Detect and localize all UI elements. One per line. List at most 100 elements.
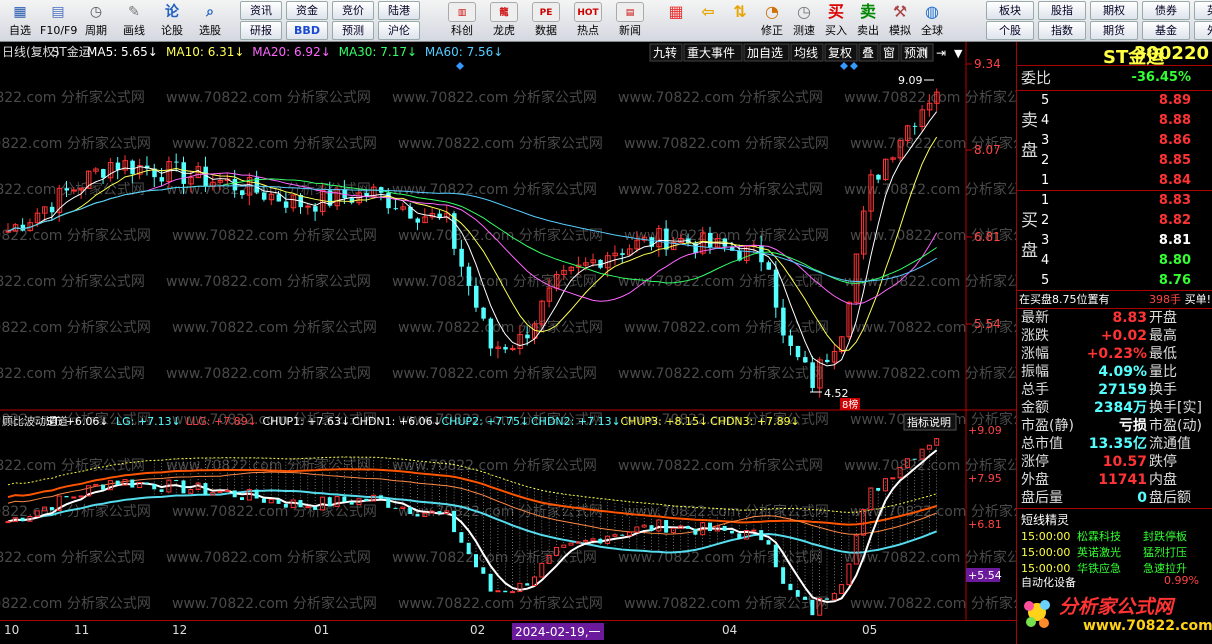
bid-row[interactable]: 2 8.82 bbox=[1017, 211, 1212, 231]
market-tab[interactable]: 期权 bbox=[1090, 1, 1138, 20]
quick-tab[interactable]: 陆港 bbox=[378, 1, 420, 20]
quick-tab[interactable]: 资讯 bbox=[240, 1, 282, 20]
toolbar-grid-button[interactable]: ▦ 自选 bbox=[2, 0, 38, 42]
indicator-candle-down bbox=[474, 554, 478, 568]
toolbar-globe-button[interactable]: ◍ 全球 bbox=[916, 0, 948, 42]
indicator-candle-up bbox=[751, 529, 757, 532]
pin-icon[interactable]: ⇥ bbox=[936, 46, 946, 60]
f10-icon: ▤ bbox=[51, 4, 65, 20]
news-item[interactable]: 15:00:00 松霖科技 封跌停板 bbox=[1017, 529, 1212, 545]
ask-row[interactable]: 1 8.84 bbox=[1017, 171, 1212, 191]
market-tab[interactable]: 外汇 bbox=[1194, 21, 1212, 40]
time-axis-label: 10 bbox=[4, 623, 20, 637]
legend-title: 日线(复权) bbox=[2, 45, 59, 59]
quick-tab[interactable]: 资金 bbox=[286, 1, 328, 20]
quick-tab[interactable]: 竞价 bbox=[332, 1, 374, 20]
market-tab[interactable]: 基金 bbox=[1142, 21, 1190, 40]
indicator-candle-down bbox=[737, 533, 742, 540]
bid-row[interactable]: 3 8.81 bbox=[1017, 231, 1212, 251]
candle-down bbox=[620, 253, 625, 255]
toolbar-color-grid-button[interactable]: ▦ bbox=[660, 0, 692, 42]
toolbar-back-arrow-button[interactable]: ⇦ bbox=[692, 0, 724, 42]
indicator-candle-down bbox=[459, 532, 464, 543]
market-tab[interactable]: 债券 bbox=[1142, 1, 1190, 20]
menu-down-icon[interactable]: ▼ bbox=[954, 47, 963, 60]
market-tab[interactable]: 股指 bbox=[1038, 1, 1086, 20]
indicator-help-label: 指标说明 bbox=[907, 415, 951, 429]
toolbar-hot-button[interactable]: HOT 热点 bbox=[568, 0, 608, 42]
bid-row[interactable]: 1 8.83 bbox=[1017, 191, 1212, 211]
toolbar-pencil-button[interactable]: ✎ 画线 bbox=[116, 0, 152, 42]
toolbar-speed-button[interactable]: ◷ 测速 bbox=[788, 0, 820, 42]
kline-chart-panel[interactable]: www.70822.com 分析家公式网 www.70822.com 分析家公式网… bbox=[0, 42, 1016, 620]
candle-down bbox=[788, 335, 793, 346]
ask-price: 8.89 bbox=[1158, 93, 1191, 108]
toolbar-dragon-button[interactable]: 龍龙虎 bbox=[484, 0, 524, 42]
quick-tab[interactable]: BBD bbox=[286, 21, 328, 40]
candle-down bbox=[795, 345, 801, 358]
indicator-candle-down bbox=[708, 522, 712, 532]
stat-row: 金额 2384万 换手[实] bbox=[1017, 399, 1212, 417]
toolbar-chart-button[interactable]: ▥ 科创 bbox=[442, 0, 482, 42]
toolbar-f10-button[interactable]: ▤ F10/F9 bbox=[40, 0, 77, 42]
ask-row[interactable]: 4 8.88 bbox=[1017, 111, 1212, 131]
quick-tab[interactable]: 沪伦 bbox=[378, 21, 420, 40]
stat-label-right: 开盘 bbox=[1149, 310, 1177, 326]
market-tab[interactable]: 期货 bbox=[1090, 21, 1138, 40]
market-tab[interactable]: 个股 bbox=[986, 21, 1034, 40]
time-axis-label: 01 bbox=[314, 623, 330, 637]
toolbar-label: 全球 bbox=[921, 24, 943, 37]
ask-row[interactable]: 2 8.85 bbox=[1017, 151, 1212, 171]
indicator-candle-down bbox=[876, 487, 881, 491]
market-tab[interactable]: 板块 bbox=[986, 1, 1034, 20]
indicator-legend-st: ST: +6.06↓ bbox=[46, 415, 109, 428]
bid-row[interactable]: 4 8.80 bbox=[1017, 251, 1212, 271]
price-axis-label: 8.07 bbox=[974, 143, 1001, 157]
ask-row[interactable]: 3 8.86 bbox=[1017, 131, 1212, 151]
news-event: 封跌停板 bbox=[1143, 530, 1187, 543]
news-item[interactable]: 15:00:00 英诺激光 猛烈打压 bbox=[1017, 545, 1212, 561]
ask-row[interactable]: 5 8.89 bbox=[1017, 91, 1212, 111]
quick-tab[interactable]: 研报 bbox=[240, 21, 282, 40]
logo-url: www.70822.com bbox=[1083, 618, 1212, 634]
legend-ma60: MA60: 7.56↓ bbox=[425, 45, 503, 59]
toolbar-up-down-button[interactable]: ⇅ bbox=[724, 0, 756, 42]
toolbar-hammer-button[interactable]: ⚒ 模拟 bbox=[884, 0, 916, 42]
quick-tab[interactable]: 预测 bbox=[332, 21, 374, 40]
watermark-text: www.70822.com 分析家公式网 bbox=[392, 549, 597, 566]
indicator-legend-chdn3: CHDN3: +7.89↓ bbox=[710, 415, 800, 428]
toolbar-buy-button[interactable]: 买买入 bbox=[820, 0, 852, 42]
candle-down bbox=[283, 201, 289, 208]
bid-level: 5 bbox=[1041, 273, 1050, 288]
watermark-text: www.70822.com 分析家公式网 bbox=[392, 89, 597, 106]
bid-row[interactable]: 5 8.76 bbox=[1017, 271, 1212, 291]
stat-label: 涨幅 bbox=[1021, 346, 1049, 362]
indicator-candle-down bbox=[437, 511, 442, 514]
price-axis-label: 5.54 bbox=[974, 317, 1001, 331]
pe-icon: PE bbox=[532, 2, 560, 22]
indicator-legend-llg: LLG: +7.89↓ bbox=[186, 415, 257, 428]
kline-chart-svg[interactable]: www.70822.com 分析家公式网 www.70822.com 分析家公式网… bbox=[0, 42, 1016, 620]
market-tab[interactable]: 英股 bbox=[1194, 1, 1212, 20]
stat-value: 0 bbox=[1137, 490, 1147, 506]
lock-icon[interactable]: ⊓ bbox=[918, 46, 927, 60]
toolbar-news-button[interactable]: ▤ 新闻 bbox=[610, 0, 650, 42]
toolbar-clock-button[interactable]: ◷ 周期 bbox=[78, 0, 114, 42]
bid-price: 8.81 bbox=[1158, 233, 1191, 248]
indicator-candle-down bbox=[664, 520, 669, 533]
candle-down bbox=[49, 206, 55, 213]
toolbar-fix-button[interactable]: ◔ 修正 bbox=[756, 0, 788, 42]
candle-down bbox=[174, 161, 179, 163]
toolbar-sell-button[interactable]: 卖卖出 bbox=[852, 0, 884, 42]
hammer-icon: ⚒ bbox=[892, 2, 908, 21]
toolbar-magnifier-button[interactable]: ⌕ 选股 bbox=[192, 0, 228, 42]
stock-code: 300220 bbox=[1133, 43, 1209, 64]
toolbar-pe-button[interactable]: PE 数据 bbox=[526, 0, 566, 42]
indicator-candle-down bbox=[254, 489, 259, 499]
toolbar-talk-button[interactable]: 论论股 bbox=[154, 0, 190, 42]
market-tab[interactable]: 指数 bbox=[1038, 21, 1086, 40]
watermark-text: www.70822.com 分析家公式网 bbox=[624, 595, 829, 612]
indicator-candle-down bbox=[174, 480, 179, 482]
indicator-candle-down bbox=[342, 496, 347, 502]
watermark-text: www.70822.com 分析家公式网 bbox=[618, 457, 823, 474]
